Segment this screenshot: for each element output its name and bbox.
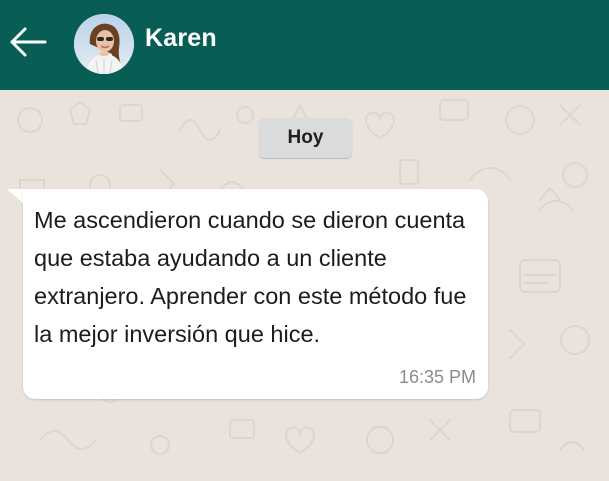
message-text: Me ascendieron cuando se dieron cuenta q… xyxy=(34,207,467,347)
back-button[interactable] xyxy=(8,22,48,62)
contact-avatar[interactable] xyxy=(74,14,134,74)
message-timestamp: 16:35 PM xyxy=(398,367,476,387)
avatar-photo xyxy=(74,14,134,74)
chat-screen: Karen Hoy Me ascendieron cuando se diero… xyxy=(0,0,609,481)
contact-name[interactable]: Karen xyxy=(145,24,217,53)
message-bubble-incoming[interactable]: Me ascendieron cuando se dieron cuenta q… xyxy=(23,189,488,399)
chat-header: Karen xyxy=(0,0,609,90)
arrow-left-icon xyxy=(10,27,47,57)
date-divider: Hoy xyxy=(259,118,352,158)
